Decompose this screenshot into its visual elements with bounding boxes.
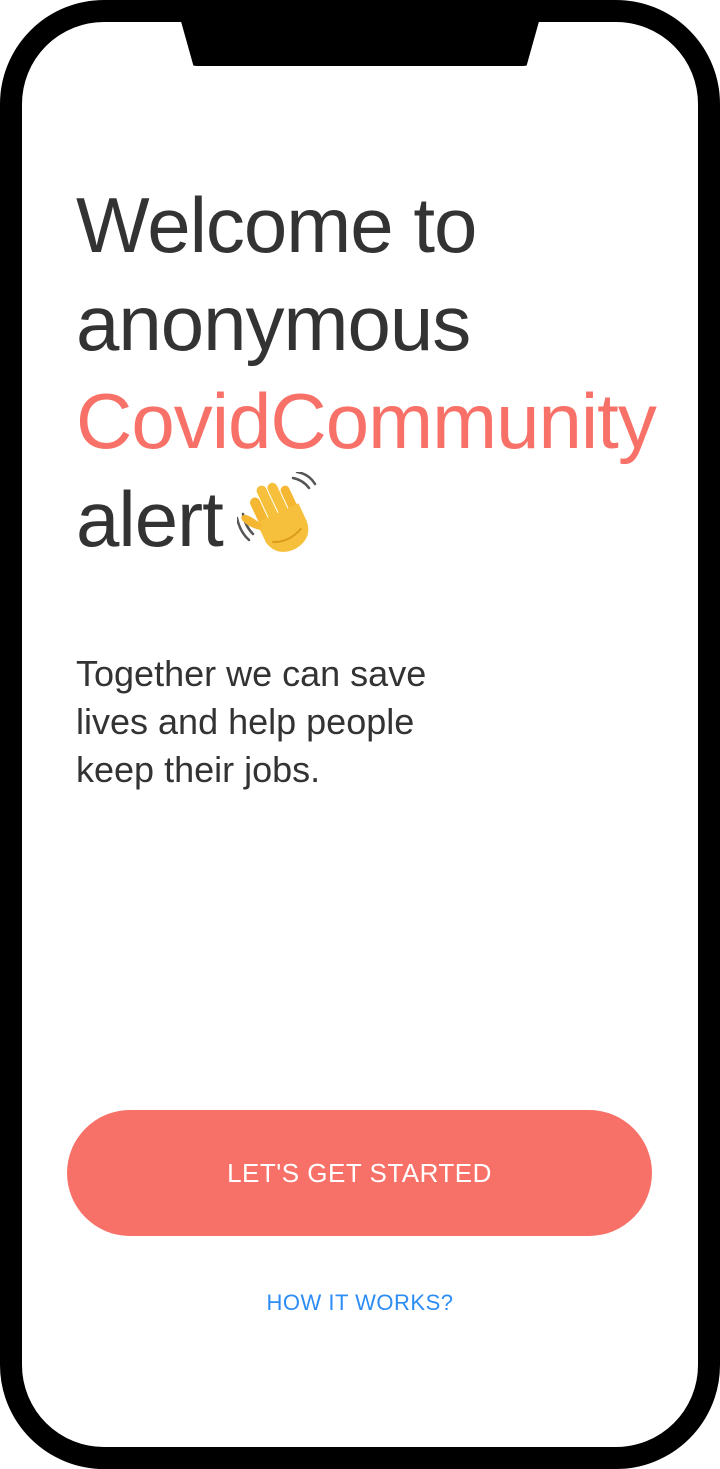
headline-alert-word: alert <box>76 475 224 563</box>
headline-line-1: Welcome to <box>76 181 477 269</box>
welcome-subtitle: Together we can save lives and help peop… <box>76 653 427 790</box>
welcome-screen: Welcome to anonymous CovidCommunity aler… <box>0 0 720 1469</box>
how-it-works-link[interactable]: HOW IT WORKS? <box>0 1290 720 1316</box>
get-started-button[interactable]: LET'S GET STARTED <box>67 1110 652 1236</box>
waving-hand-icon <box>235 470 323 576</box>
welcome-headline: Welcome to anonymous CovidCommunity aler… <box>76 176 657 576</box>
headline-line-4: alert <box>76 470 656 576</box>
headline-line-2: anonymous <box>76 279 471 367</box>
brand-name: CovidCommunity <box>76 377 657 465</box>
